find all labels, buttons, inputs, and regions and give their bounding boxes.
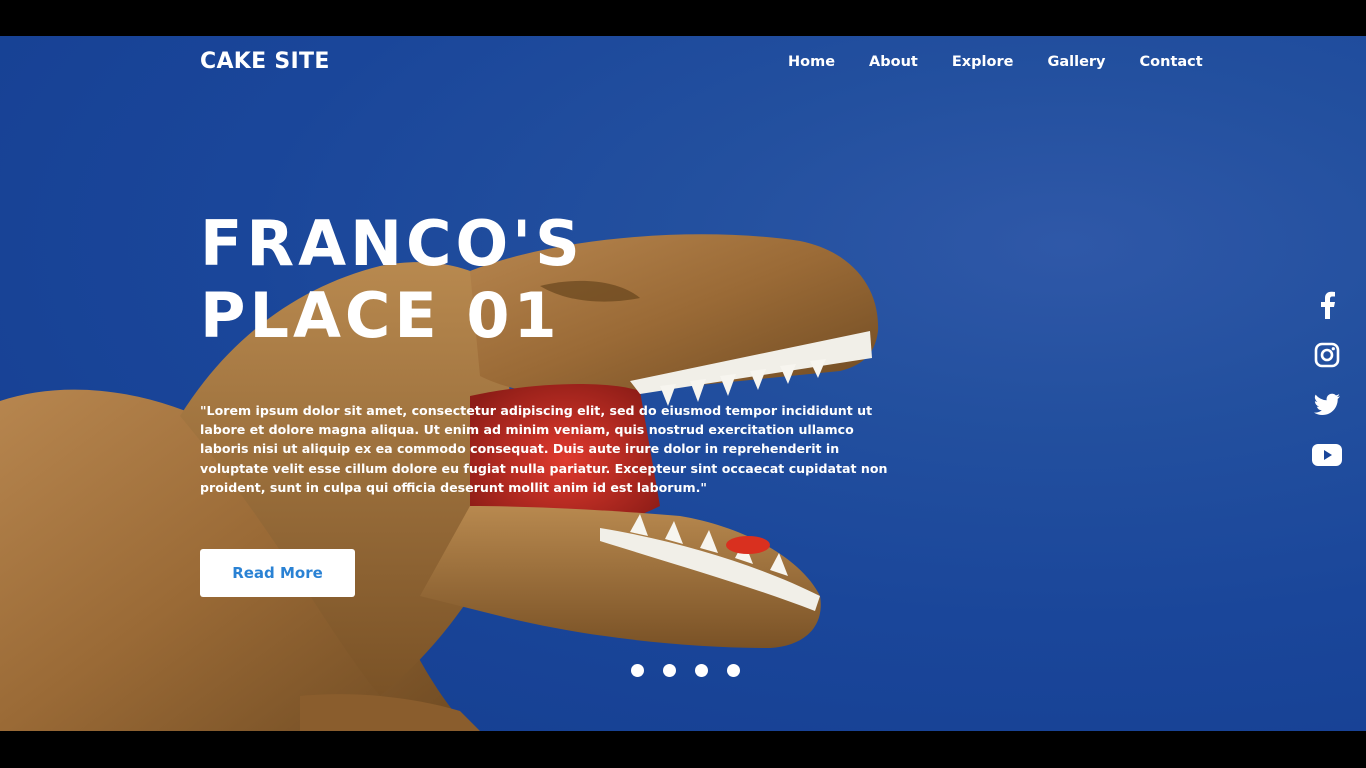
dinosaur-image [0, 234, 879, 731]
slider-dot-1[interactable] [631, 664, 644, 677]
slider-dots [631, 664, 740, 677]
main-nav: Home About Explore Gallery Contact [788, 54, 1203, 70]
slider-dot-4[interactable] [727, 664, 740, 677]
video-letterbox-top [0, 0, 1366, 36]
video-letterbox-bottom [0, 731, 1366, 768]
hero-title-line-1: FRANCO'S [200, 207, 584, 280]
nav-explore[interactable]: Explore [952, 54, 1014, 70]
nav-home[interactable]: Home [788, 54, 835, 70]
nav-about[interactable]: About [869, 54, 918, 70]
instagram-icon[interactable] [1310, 338, 1344, 372]
slider-dot-3[interactable] [695, 664, 708, 677]
hero-description: "Lorem ipsum dolor sit amet, consectetur… [200, 403, 888, 495]
social-links [1310, 288, 1346, 488]
hero-section: CAKE SITE Home About Explore Gallery Con… [0, 36, 1366, 731]
read-more-button[interactable]: Read More [200, 549, 355, 597]
hero-title-line-2: PLACE 01 [200, 279, 561, 352]
slider-dot-2[interactable] [663, 664, 676, 677]
youtube-icon[interactable] [1310, 438, 1344, 472]
hero-title: FRANCO'S PLACE 01 [200, 208, 584, 352]
facebook-icon[interactable] [1310, 288, 1344, 322]
twitter-icon[interactable] [1310, 388, 1344, 422]
nav-contact[interactable]: Contact [1140, 54, 1203, 70]
nav-gallery[interactable]: Gallery [1047, 54, 1105, 70]
site-logo[interactable]: CAKE SITE [200, 49, 330, 74]
